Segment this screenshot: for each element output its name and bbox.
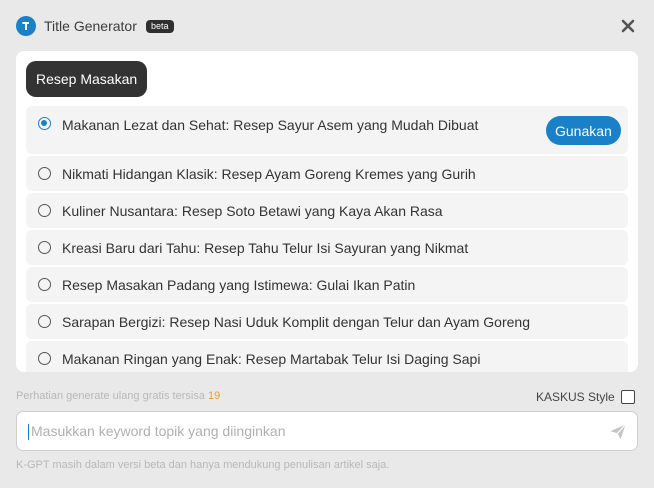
radio-button[interactable] bbox=[38, 278, 51, 291]
radio-button[interactable] bbox=[38, 315, 51, 328]
quota-label: Perhatian generate ulang gratis tersisa bbox=[16, 390, 205, 402]
kaskus-style-checkbox[interactable] bbox=[621, 390, 635, 404]
title-option[interactable]: Kreasi Baru dari Tahu: Resep Tahu Telur … bbox=[26, 230, 628, 265]
header: Title Generator beta bbox=[0, 0, 654, 52]
title-option[interactable]: Kuliner Nusantara: Resep Soto Betawi yan… bbox=[26, 193, 628, 228]
kaskus-style-label: KASKUS Style bbox=[536, 390, 615, 404]
text-caret bbox=[28, 424, 29, 440]
k-logo-icon bbox=[16, 16, 36, 36]
quota-notice: Perhatian generate ulang gratis tersisa … bbox=[16, 390, 220, 402]
send-icon[interactable] bbox=[609, 423, 627, 441]
radio-button[interactable] bbox=[38, 167, 51, 180]
beta-disclaimer: K-GPT masih dalam versi beta dan hanya m… bbox=[16, 459, 390, 471]
title-option[interactable]: Sarapan Bergizi: Resep Nasi Uduk Komplit… bbox=[26, 304, 628, 339]
keyword-chip: Resep Masakan bbox=[26, 61, 148, 97]
title-option[interactable]: Makanan Lezat dan Sehat: Resep Sayur Ase… bbox=[26, 106, 628, 154]
radio-button[interactable] bbox=[38, 352, 51, 365]
results-panel: Resep Masakan Makanan Lezat dan Sehat: R… bbox=[16, 51, 638, 372]
title-option[interactable]: Makanan Ringan yang Enak: Resep Martabak… bbox=[26, 341, 628, 372]
beta-badge: beta bbox=[146, 20, 174, 33]
title-option-text: Makanan Ringan yang Enak: Resep Martabak… bbox=[62, 350, 481, 367]
radio-button[interactable] bbox=[38, 241, 51, 254]
title-option-text: Nikmati Hidangan Klasik: Resep Ayam Gore… bbox=[62, 165, 476, 182]
title-option-text: Kreasi Baru dari Tahu: Resep Tahu Telur … bbox=[62, 239, 469, 256]
radio-button[interactable] bbox=[38, 204, 51, 217]
title-option-text: Resep Masakan Padang yang Istimewa: Gula… bbox=[62, 276, 416, 293]
title-options-list: Makanan Lezat dan Sehat: Resep Sayur Ase… bbox=[26, 106, 628, 372]
title-option-text: Makanan Lezat dan Sehat: Resep Sayur Ase… bbox=[62, 117, 479, 133]
title-option[interactable]: Nikmati Hidangan Klasik: Resep Ayam Gore… bbox=[26, 156, 628, 191]
close-icon[interactable] bbox=[619, 17, 637, 35]
title-option-text: Sarapan Bergizi: Resep Nasi Uduk Komplit… bbox=[62, 313, 530, 330]
title-option-text: Kuliner Nusantara: Resep Soto Betawi yan… bbox=[62, 202, 443, 219]
title-option[interactable]: Resep Masakan Padang yang Istimewa: Gula… bbox=[26, 267, 628, 302]
quota-remaining: 19 bbox=[208, 390, 221, 402]
radio-selected[interactable] bbox=[38, 117, 51, 130]
app-title: Title Generator bbox=[44, 18, 137, 34]
use-button[interactable]: Gunakan bbox=[546, 116, 621, 145]
keyword-input-box bbox=[16, 411, 638, 451]
keyword-input[interactable] bbox=[31, 412, 591, 450]
